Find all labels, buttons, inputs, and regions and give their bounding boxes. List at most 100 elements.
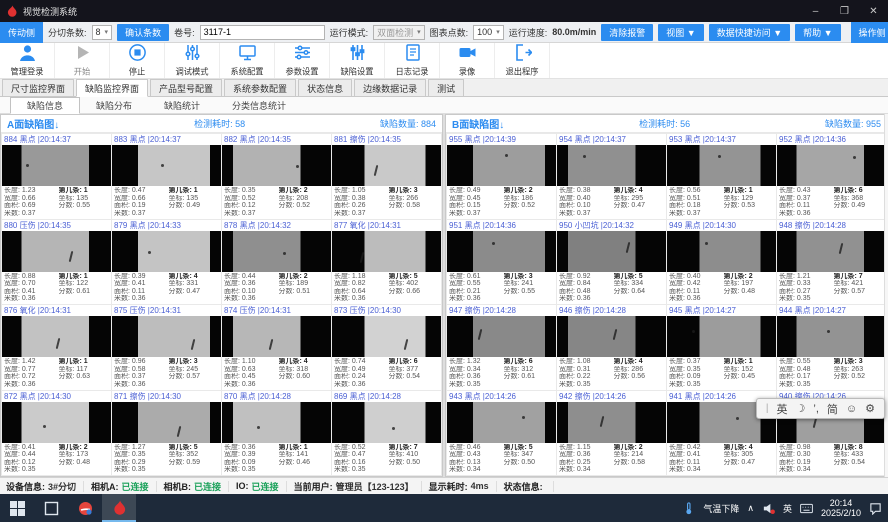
defect-cell[interactable]: 951 黑点 |20:14:36长度: 0.61宽度: 0.55面积: 0.21… [447,220,556,305]
defect-cell[interactable]: 877 氧化 |20:14:31长度: 1.18宽度: 0.82面积: 0.64… [332,220,441,305]
drive-side-button[interactable]: 传动侧 [0,22,43,43]
maximize-button[interactable]: ❐ [830,0,859,22]
defect-cell[interactable]: 948 擦伤 |20:14:28长度: 1.21宽度: 0.33面积: 0.27… [777,220,886,305]
defect-settings-button[interactable]: 缺陷设置 [330,43,385,78]
subtab-defect-info[interactable]: 缺陷信息 [10,97,80,114]
volume-icon[interactable] [762,502,775,515]
defect-cell[interactable]: 882 黑点 |20:14:35长度: 0.35宽度: 0.52面积: 0.12… [222,134,331,219]
keyboard-icon[interactable] [800,502,813,515]
defect-cell[interactable]: 879 黑点 |20:14:33长度: 0.39宽度: 0.41面积: 0.11… [112,220,221,305]
defect-cell[interactable]: 869 黑点 |20:14:28长度: 0.52宽度: 0.47面积: 0.16… [332,391,441,476]
param-settings-button[interactable]: 参数设置 [275,43,330,78]
close-button[interactable]: ✕ [859,0,888,22]
subtab-class-info-stats[interactable]: 分类信息统计 [216,97,302,113]
login-button[interactable]: 管理登录 [0,43,55,78]
defect-cell[interactable]: 953 黑点 |20:14:37长度: 0.56宽度: 0.51面积: 0.18… [667,134,776,219]
ime-settings-icon[interactable]: ⚙ [865,402,875,415]
thermometer-icon[interactable] [682,502,695,515]
panel-b-scrollbar[interactable] [884,114,888,477]
defect-cell[interactable]: 943 黑点 |20:14:26长度: 0.46宽度: 0.43面积: 0.13… [447,391,556,476]
operate-side-button[interactable]: 操作侧 [851,22,888,43]
panel-b-title[interactable]: B面缺陷图↓ [452,116,504,131]
run-mode-select[interactable]: 双面检测 [373,25,425,40]
hidden-icons-caret[interactable]: ∧ [747,503,754,514]
chart-points-select[interactable]: 100 [473,25,504,40]
meta-score: 分数: 0.61 [59,288,109,296]
defect-cell[interactable]: 880 压伤 |20:14:35长度: 0.88宽度: 0.70面积: 0.41… [2,220,111,305]
defect-meta-left: 长度: 0.37宽度: 0.35面积: 0.09米数: 0.35 [669,358,724,390]
defect-cell[interactable]: 876 氧化 |20:14:31长度: 1.42宽度: 0.77面积: 0.72… [2,305,111,390]
language-indicator[interactable]: 英 [783,502,792,515]
defect-cell[interactable]: 947 擦伤 |20:14:28长度: 1.32宽度: 0.34面积: 0.36… [447,305,556,390]
tab-edge-data-record[interactable]: 边缘数据记录 [354,79,426,96]
defect-meta-left: 长度: 0.92宽度: 0.84面积: 0.48米数: 0.36 [559,273,614,305]
defect-mark [736,417,739,420]
roll-number-input[interactable] [200,25,325,40]
defect-cell[interactable]: 871 擦伤 |20:14:30长度: 1.27宽度: 0.35面积: 0.29… [112,391,221,476]
defect-cell[interactable]: 884 黑点 |20:14:37长度: 1.23宽度: 0.66面积: 0.69… [2,134,111,219]
slit-count-select[interactable]: 8 [92,25,113,40]
ime-emoji-icon[interactable]: ☺ [846,403,857,415]
task-view-button[interactable] [34,494,68,522]
tab-size-monitor[interactable]: 尺寸监控界面 [2,79,74,96]
defect-cell[interactable]: 952 黑点 |20:14:36长度: 0.43宽度: 0.37面积: 0.11… [777,134,886,219]
debug-mode-button[interactable]: 调试模式 [165,43,220,78]
tab-product-model-config[interactable]: 产品型号配置 [150,79,222,96]
exit-button[interactable]: 退出程序 [495,43,550,78]
ime-punctuation[interactable]: ’, [813,403,819,415]
app-window: 视觉检测系统 – ❐ ✕ 传动侧 分切条数: 8 确认条数 卷号: 运行模式: … [0,0,888,522]
tab-defect-monitor[interactable]: 缺陷监控界面 [76,79,148,97]
defect-cell[interactable]: 942 擦伤 |20:14:26长度: 1.15宽度: 0.36面积: 0.25… [557,391,666,476]
meta-length: 长度: 0.43 [779,187,834,195]
defect-cell[interactable]: 872 黑点 |20:14:30长度: 0.41宽度: 0.44面积: 0.12… [2,391,111,476]
meta-length: 长度: 0.35 [224,187,279,195]
ime-simplified[interactable]: 简 [827,401,838,417]
data-quick-access-button[interactable]: 数据快捷访问 ▼ [709,24,790,41]
defect-meta: 长度: 0.44宽度: 0.36面积: 0.10米数: 0.36第几条: 2坐标… [222,272,331,305]
panel-a-title[interactable]: A面缺陷图↓ [7,116,59,131]
defect-cell[interactable]: 873 压伤 |20:14:30长度: 0.74宽度: 0.49面积: 0.24… [332,305,441,390]
taskbar-clock[interactable]: 20:14 2025/2/10 [821,498,861,518]
ime-lang-en[interactable]: 英 [777,401,788,417]
defect-cell[interactable]: 883 黑点 |20:14:37长度: 0.47宽度: 0.66面积: 0.19… [112,134,221,219]
weather-text[interactable]: 气温下降 [703,502,739,515]
defect-cell[interactable]: 881 擦伤 |20:14:35长度: 1.05宽度: 0.38面积: 0.26… [332,134,441,219]
defect-meta: 长度: 1.42宽度: 0.77面积: 0.72米数: 0.36第几条: 1坐标… [2,357,111,390]
tab-test[interactable]: 测试 [428,79,464,96]
defect-cell[interactable]: 949 黑点 |20:14:30长度: 0.40宽度: 0.42面积: 0.11… [667,220,776,305]
system-config-button[interactable]: 系统配置 [220,43,275,78]
start-button[interactable]: 开始 [55,43,110,78]
defect-mark [373,165,378,176]
taskbar-app-ime[interactable] [68,494,102,522]
defect-cell[interactable]: 954 黑点 |20:14:37长度: 0.38宽度: 0.40面积: 0.10… [557,134,666,219]
meta-area: 面积: 0.45 [224,373,279,381]
start-button[interactable] [0,494,34,522]
tab-system-param-config[interactable]: 系统参数配置 [224,79,296,96]
subtab-defect-stats[interactable]: 缺陷统计 [148,97,216,113]
confirm-count-button[interactable]: 确认条数 [117,24,169,41]
defect-cell[interactable]: 950 小凹坑 |20:14:32长度: 0.92宽度: 0.84面积: 0.4… [557,220,666,305]
defect-cell[interactable]: 955 黑点 |20:14:39长度: 0.49宽度: 0.45面积: 0.15… [447,134,556,219]
record-button[interactable]: 录像 [440,43,495,78]
ime-halfwidth-icon[interactable]: ☽ [796,402,806,415]
defect-cell[interactable]: 875 压伤 |20:14:31长度: 0.96宽度: 0.58面积: 0.37… [112,305,221,390]
defect-cell[interactable]: 878 黑点 |20:14:32长度: 0.44宽度: 0.36面积: 0.10… [222,220,331,305]
clear-alarm-button[interactable]: 清除报警 [601,24,653,41]
tab-status-info[interactable]: 状态信息 [298,79,352,96]
defect-cell[interactable]: 870 黑点 |20:14:28长度: 0.36宽度: 0.39面积: 0.09… [222,391,331,476]
action-center-icon[interactable] [869,502,882,515]
subtab-defect-distribution[interactable]: 缺陷分布 [80,97,148,113]
defect-cell-title: 874 压伤 |20:14:31 [222,305,331,316]
defect-cell[interactable]: 874 压伤 |20:14:31长度: 1.10宽度: 0.63面积: 0.45… [222,305,331,390]
minimize-button[interactable]: – [801,0,830,22]
ime-drag-handle[interactable]: | [766,403,769,414]
meta-score: 分数: 0.50 [504,459,554,467]
defect-cell[interactable]: 946 擦伤 |20:14:28长度: 1.08宽度: 0.31面积: 0.22… [557,305,666,390]
log-button[interactable]: 日志记录 [385,43,440,78]
view-menu-button[interactable]: 视图 ▼ [658,24,703,41]
defect-cell[interactable]: 944 黑点 |20:14:27长度: 0.55宽度: 0.48面积: 0.17… [777,305,886,390]
taskbar-app-inspection[interactable] [102,494,136,522]
help-menu-button[interactable]: 帮助 ▼ [795,24,840,41]
stop-button[interactable]: 停止 [110,43,165,78]
defect-cell[interactable]: 945 黑点 |20:14:27长度: 0.37宽度: 0.35面积: 0.09… [667,305,776,390]
